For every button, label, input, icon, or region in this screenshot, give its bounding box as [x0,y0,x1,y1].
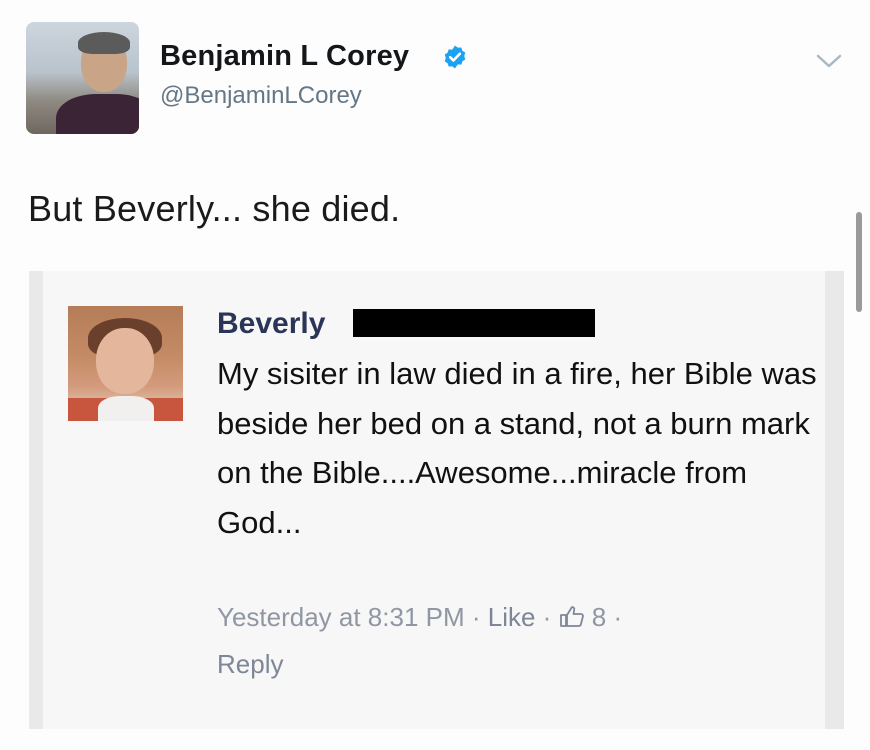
comment-timestamp: Yesterday at 8:31 PM [217,602,465,632]
comment-meta: Yesterday at 8:31 PM · Like · 8 · Reply [217,594,817,688]
thumbs-up-icon [559,606,584,627]
meta-separator: · [464,602,488,632]
avatar-shirt [56,94,139,134]
meta-separator: · [535,602,559,632]
commenter-avatar [68,306,183,421]
facebook-comment: Beverly My sisiter in law died in a fire… [43,271,825,729]
redaction-bar [353,309,595,337]
author-avatar[interactable] [26,22,139,134]
chevron-down-icon[interactable] [814,52,844,70]
avatar-face [96,328,154,394]
author-handle[interactable]: @BenjaminLCorey [160,82,362,110]
reply-link: Reply [217,649,284,679]
meta-separator: · [606,602,623,632]
tweet-text: But Beverly... she died. [28,188,401,229]
avatar-collar [98,396,154,421]
like-count: 8 [591,602,607,632]
commenter-name: Beverly [217,307,326,340]
scrollbar-thumb[interactable] [856,212,862,312]
verified-badge-icon [444,45,466,69]
author-display-name[interactable]: Benjamin L Corey [160,40,409,73]
avatar-hair [78,32,130,54]
embedded-screenshot[interactable]: Beverly My sisiter in law died in a fire… [29,271,844,729]
comment-body: My sisiter in law died in a fire, her Bi… [217,356,817,540]
like-link: Like [487,602,536,632]
